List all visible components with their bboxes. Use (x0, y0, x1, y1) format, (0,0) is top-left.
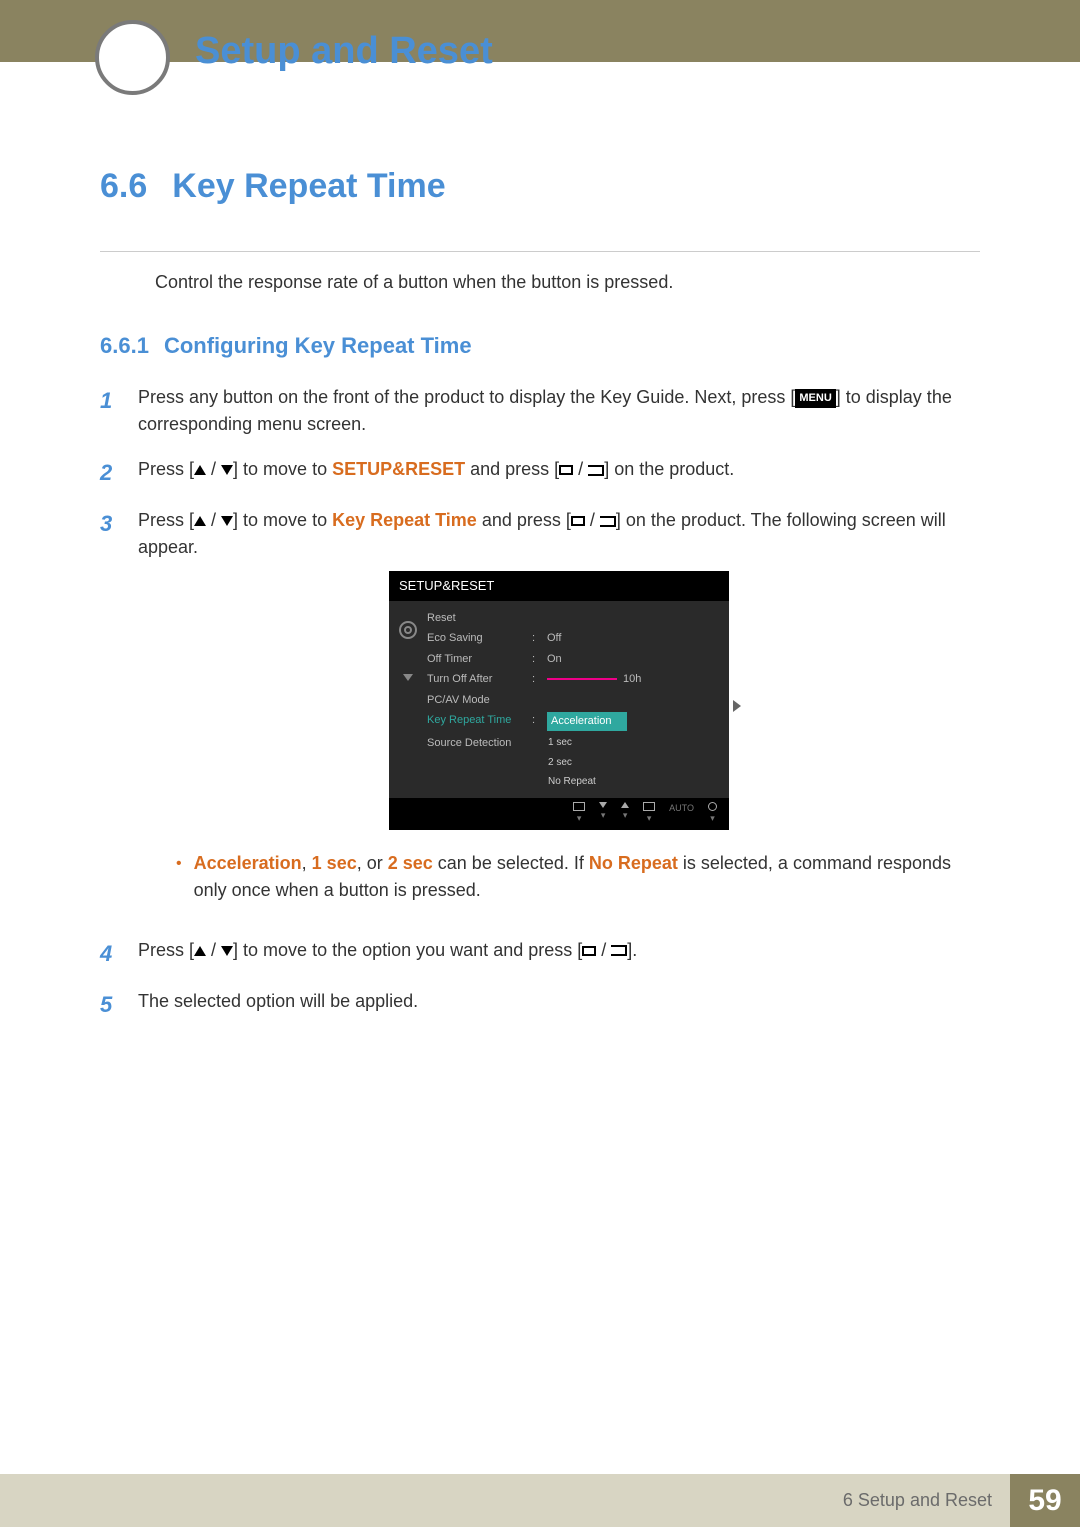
source-icon (582, 946, 596, 956)
bullet-note: • Acceleration, 1 sec, or 2 sec can be s… (176, 850, 980, 904)
steps-list: 1 Press any button on the front of the p… (100, 384, 980, 1021)
osd-title: SETUP&RESET (389, 571, 729, 601)
osd-item: Off Timer (427, 651, 532, 668)
osd-value: 10h (547, 671, 719, 688)
right-arrow-icon (733, 700, 741, 712)
step-4-body: Press [ / ] to move to the option you wa… (138, 937, 980, 970)
osd-screenshot: SETUP&RESET Reset Eco Saving:Off Off Tim… (389, 571, 729, 830)
step-number: 5 (100, 988, 118, 1021)
subsection-number: 6.6.1 (100, 333, 149, 359)
back-icon (573, 802, 585, 811)
page-number: 59 (1010, 1474, 1080, 1527)
osd-item: Source Detection (427, 735, 532, 752)
up-arrow-icon (194, 465, 206, 475)
intro-text: Control the response rate of a button wh… (155, 272, 980, 293)
osd-item: PC/AV Mode (427, 692, 532, 709)
page-footer: 6 Setup and Reset 59 (0, 1474, 1080, 1527)
bullet-icon: • (176, 850, 182, 904)
enter-icon (611, 945, 627, 956)
osd-item: Reset (427, 610, 532, 627)
enter-icon (588, 465, 604, 476)
chapter-number-circle (95, 20, 170, 95)
subsection-title: Configuring Key Repeat Time (164, 333, 472, 359)
source-icon (571, 516, 585, 526)
divider (100, 251, 980, 252)
gear-icon (399, 621, 417, 639)
power-icon (708, 802, 717, 811)
osd-item-selected: Key Repeat Time (427, 712, 532, 731)
chapter-title: Setup and Reset (195, 30, 493, 73)
step-3-body: Press [ / ] to move to Key Repeat Time a… (138, 507, 980, 919)
step-number: 3 (100, 507, 118, 919)
osd-popup-option: No Repeat (547, 774, 719, 789)
osd-footer: ▾ ▾ ▾ ▾ AUTO ▾ (389, 798, 729, 830)
osd-value: Off (547, 630, 719, 647)
source-icon (559, 465, 573, 475)
osd-popup-option: 2 sec (547, 755, 719, 770)
section-number: 6.6 (100, 167, 147, 206)
up-arrow-icon (621, 802, 629, 808)
step-1-body: Press any button on the front of the pro… (138, 384, 980, 438)
enter-icon (643, 802, 655, 811)
footer-chapter-label: 6 Setup and Reset (843, 1474, 1010, 1527)
osd-popup-option: 1 sec (547, 735, 719, 752)
down-arrow-icon (221, 516, 233, 526)
step-5-body: The selected option will be applied. (138, 988, 980, 1021)
step-2-body: Press [ / ] to move to SETUP&RESET and p… (138, 456, 980, 489)
down-arrow-icon (221, 946, 233, 956)
enter-icon (600, 516, 616, 527)
osd-value: On (547, 651, 719, 668)
osd-popup-option: Acceleration (547, 712, 627, 731)
up-arrow-icon (194, 516, 206, 526)
down-arrow-icon (599, 802, 607, 808)
osd-item: Turn Off After (427, 671, 532, 688)
auto-label: AUTO (669, 802, 694, 826)
down-arrow-icon (221, 465, 233, 475)
step-number: 4 (100, 937, 118, 970)
menu-button-icon: MENU (795, 389, 835, 408)
osd-item: Eco Saving (427, 630, 532, 647)
step-number: 1 (100, 384, 118, 438)
step-number: 2 (100, 456, 118, 489)
page-content: 6.6 Key Repeat Time Control the response… (0, 62, 1080, 1021)
up-arrow-icon (194, 946, 206, 956)
section-title: Key Repeat Time (172, 167, 445, 206)
down-arrow-icon (403, 674, 413, 681)
